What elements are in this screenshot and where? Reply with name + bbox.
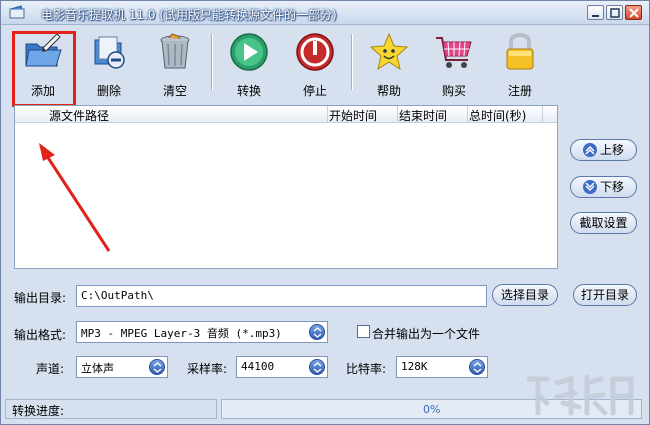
minimize-icon <box>592 15 599 17</box>
output-format-select[interactable]: MP3 - MPEG Layer-3 音频 (*.mp3) <box>76 321 328 343</box>
title-bar[interactable]: 电影音乐提取机 11.0 (试用版只能转换源文件的一部分) <box>1 1 649 25</box>
app-logo-icon <box>9 5 25 19</box>
dropdown-arrow-icon <box>309 359 325 375</box>
merge-output-label: 合并输出为一个文件 <box>372 327 481 341</box>
output-format-label: 输出格式: <box>14 328 67 342</box>
toolbar-divider <box>211 34 213 90</box>
delete-label: 删除 <box>96 84 121 98</box>
move-up-button[interactable]: 上移 <box>570 139 637 161</box>
sample-rate-value: 44100 <box>241 360 275 373</box>
output-format-value: MP3 - MPEG Layer-3 音频 (*.mp3) <box>81 327 282 340</box>
annotation-arrow-icon <box>39 143 111 252</box>
chevron-up-icon <box>582 142 597 157</box>
register-button[interactable]: 注册 <box>492 30 548 98</box>
open-dir-button[interactable]: 打开目录 <box>573 284 637 306</box>
column-divider <box>542 106 543 123</box>
help-label: 帮助 <box>376 84 401 98</box>
output-dir-field[interactable]: C:\OutPath\ <box>76 285 487 307</box>
move-down-label: 下移 <box>599 180 624 194</box>
register-label: 注册 <box>507 84 532 98</box>
bitrate-select[interactable]: 128K <box>396 356 488 378</box>
column-divider <box>467 106 468 123</box>
app-window: 电影音乐提取机 11.0 (试用版只能转换源文件的一部分) 添加 删除 清空 转… <box>0 0 650 425</box>
progress-percent: 0% <box>423 403 441 416</box>
close-icon <box>629 8 639 18</box>
star-face-icon <box>369 32 409 71</box>
bitrate-label: 比特率: <box>346 362 387 376</box>
list-header: 源文件路径 开始时间 结束时间 总时间(秒) <box>15 106 557 123</box>
annotation-highlight-box <box>12 31 76 107</box>
clear-button[interactable]: 清空 <box>147 30 203 98</box>
padlock-icon <box>506 32 534 70</box>
select-dir-button[interactable]: 选择目录 <box>492 284 558 306</box>
maximize-icon <box>610 8 620 18</box>
buy-button[interactable]: 购买 <box>426 30 482 98</box>
output-dir-label: 输出目录: <box>14 291 67 305</box>
column-divider <box>327 106 328 123</box>
sample-rate-label: 采样率: <box>187 362 228 376</box>
delete-file-icon <box>94 36 125 69</box>
toolbar: 添加 删除 清空 转换 停止 帮助 购买 注册 <box>1 26 649 98</box>
stop-label: 停止 <box>302 84 327 98</box>
dropdown-arrow-icon <box>469 359 485 375</box>
toolbar-divider <box>351 34 353 90</box>
site-watermark-icon <box>526 374 634 416</box>
play-icon <box>230 33 268 71</box>
convert-button[interactable]: 转换 <box>221 30 277 98</box>
maximize-button[interactable] <box>606 5 623 20</box>
move-down-button[interactable]: 下移 <box>570 176 637 198</box>
column-header-total[interactable]: 总时间(秒) <box>469 107 526 124</box>
buy-label: 购买 <box>441 84 466 98</box>
channel-select[interactable]: 立体声 <box>76 356 168 378</box>
progress-label: 转换进度: <box>12 404 65 418</box>
dropdown-arrow-icon <box>149 359 165 375</box>
minimize-button[interactable] <box>587 5 604 20</box>
chevron-down-icon <box>582 179 597 194</box>
stop-button[interactable]: 停止 <box>287 30 343 98</box>
convert-label: 转换 <box>236 84 261 98</box>
dropdown-arrow-icon <box>309 324 325 340</box>
sample-rate-select[interactable]: 44100 <box>236 356 328 378</box>
window-title: 电影音乐提取机 11.0 (试用版只能转换源文件的一部分) <box>41 8 337 22</box>
trim-settings-button[interactable]: 截取设置 <box>570 212 637 234</box>
merge-output-checkbox[interactable] <box>357 325 370 338</box>
shopping-cart-icon <box>436 37 472 68</box>
channel-value: 立体声 <box>81 362 114 375</box>
bitrate-value: 128K <box>401 360 428 373</box>
help-button[interactable]: 帮助 <box>361 30 417 98</box>
column-divider <box>397 106 398 123</box>
channel-label: 声道: <box>36 362 65 376</box>
column-header-start[interactable]: 开始时间 <box>329 107 377 124</box>
trash-bin-icon <box>160 33 190 69</box>
clear-label: 清空 <box>162 84 187 98</box>
column-header-path[interactable]: 源文件路径 <box>49 107 109 124</box>
move-up-label: 上移 <box>599 143 624 157</box>
stop-icon <box>296 33 334 71</box>
close-button[interactable] <box>625 5 642 20</box>
delete-button[interactable]: 删除 <box>81 30 137 98</box>
column-header-end[interactable]: 结束时间 <box>399 107 447 124</box>
status-progress-panel: 转换进度: <box>5 399 217 419</box>
